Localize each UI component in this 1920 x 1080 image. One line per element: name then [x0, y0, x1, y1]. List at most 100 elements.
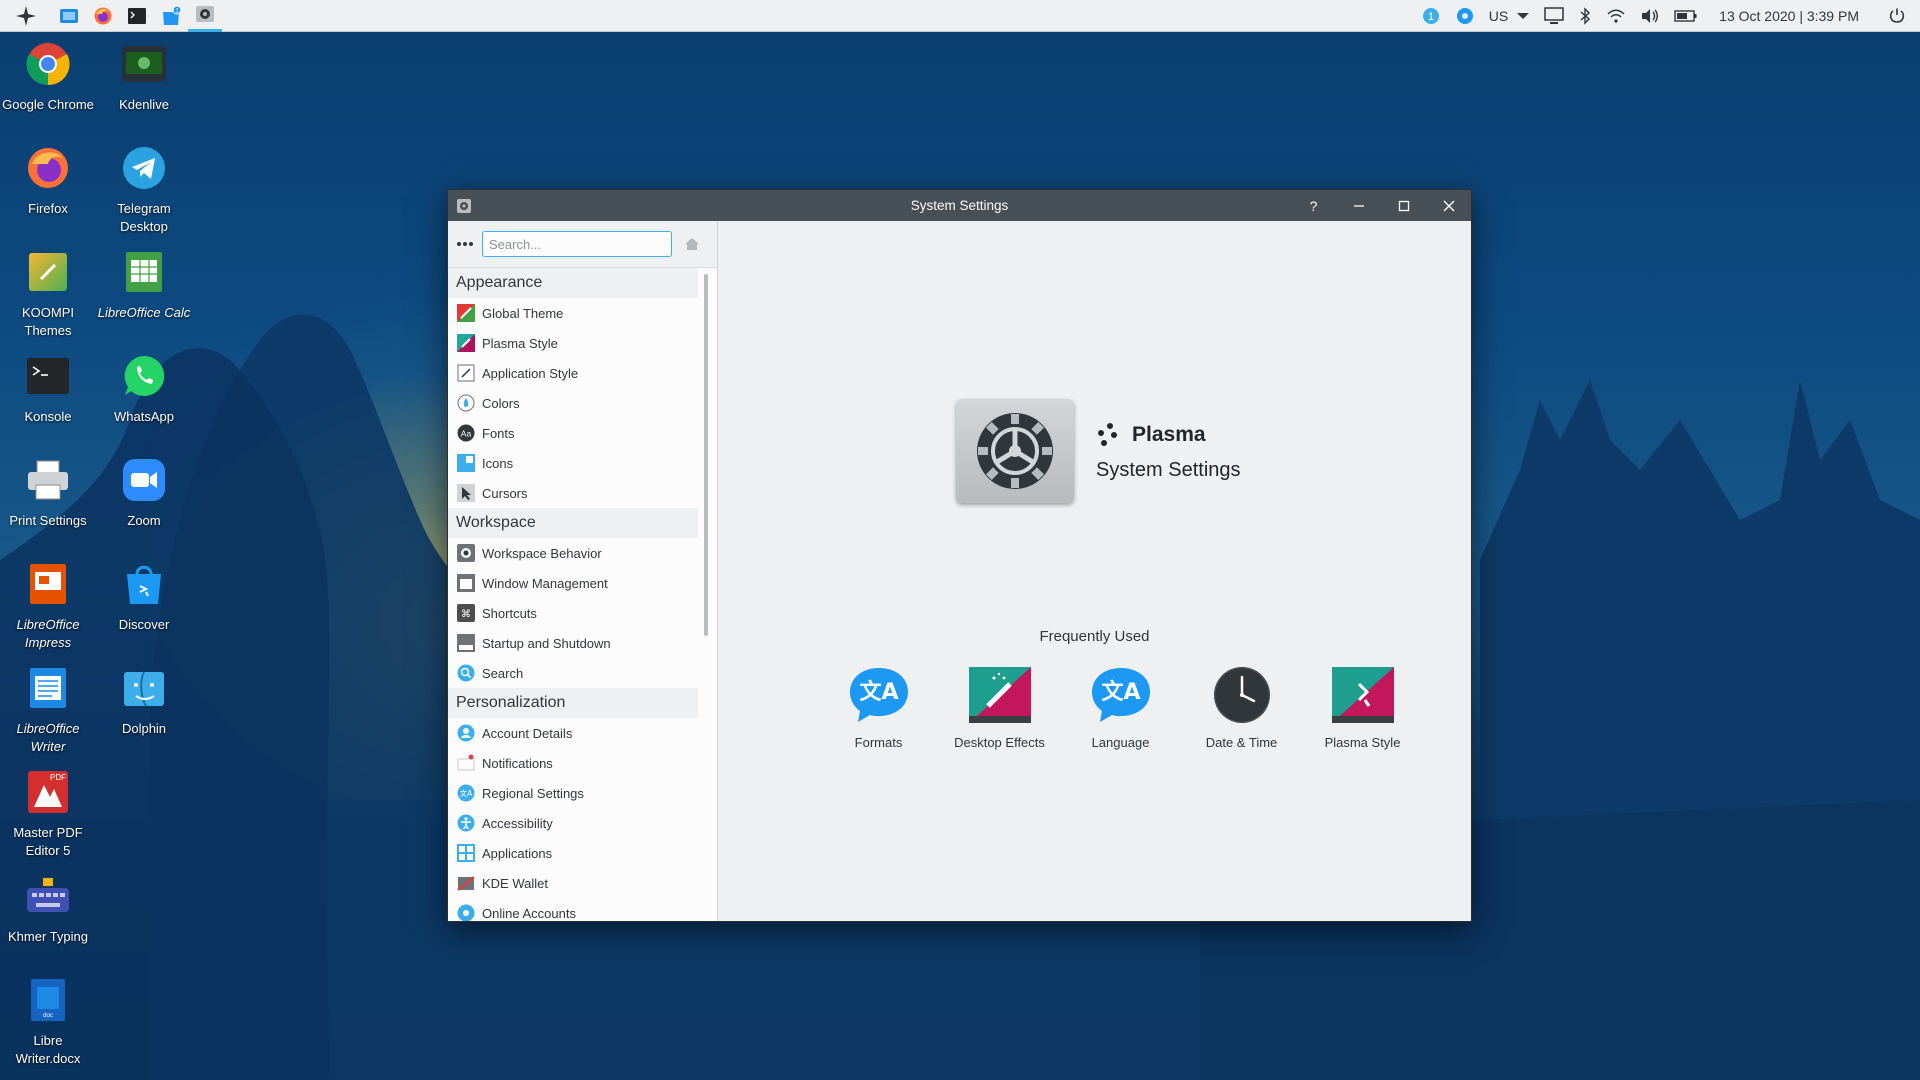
- application-style-icon: [457, 364, 475, 382]
- libreoffice-calc-icon: [126, 252, 162, 292]
- sidebar-item-fonts[interactable]: Aa Fonts: [448, 418, 698, 448]
- power-button[interactable]: [1881, 0, 1920, 32]
- sidebar-item-regional-settings[interactable]: 文A Regional Settings: [448, 778, 698, 808]
- battery-tray-item[interactable]: [1667, 0, 1705, 32]
- desktop-icon-libre-writer-docx[interactable]: doc Libre Writer.docx: [0, 976, 96, 1068]
- sidebar-item-label: Search: [482, 665, 524, 681]
- sidebar-item-label: Icons: [482, 455, 514, 471]
- close-icon: [1443, 200, 1454, 211]
- desktop-icon-google-chrome[interactable]: Google Chrome: [0, 40, 96, 114]
- digital-clock[interactable]: 13 Oct 2020 | 3:39 PM: [1705, 8, 1881, 24]
- application-launcher-button[interactable]: [0, 0, 52, 32]
- frequent-item-formats[interactable]: 文A Formats: [818, 663, 939, 750]
- display-tray-item[interactable]: [1537, 0, 1571, 32]
- printer-icon: [28, 460, 68, 500]
- chrome-icon: [26, 43, 70, 86]
- sidebar-item-label: Cursors: [482, 485, 528, 501]
- sidebar-scrollbar-handle[interactable]: [704, 274, 708, 636]
- maximize-button[interactable]: [1381, 190, 1426, 221]
- sidebar-item-global-theme[interactable]: Global Theme: [448, 298, 698, 328]
- taskbar-dolphin-button[interactable]: [52, 0, 86, 32]
- minimize-button[interactable]: [1336, 190, 1381, 221]
- discover-icon: [127, 565, 161, 604]
- desktop-icon-master-pdf-editor[interactable]: PDF Master PDF Editor 5: [0, 768, 96, 860]
- applications-icon: [457, 844, 475, 862]
- sidebar-item-icons[interactable]: Icons: [448, 448, 698, 478]
- notifications-count: 1: [1428, 11, 1434, 23]
- notifications-tray-item[interactable]: 1: [1414, 0, 1448, 32]
- plasma-style-icon: [457, 334, 475, 352]
- icons-icon: [457, 454, 475, 472]
- help-button[interactable]: ?: [1291, 190, 1336, 221]
- sidebar-item-workspace-behavior[interactable]: Workspace Behavior: [448, 538, 698, 568]
- frequent-item-language[interactable]: 文A Language: [1060, 663, 1181, 750]
- bluetooth-tray-item[interactable]: [1571, 0, 1599, 32]
- startup-shutdown-icon: [457, 634, 475, 652]
- desktop-icon-libreoffice-calc[interactable]: LibreOffice Calc: [96, 248, 192, 322]
- search-input[interactable]: [482, 231, 672, 257]
- desktop-icon-khmer-typing[interactable]: Khmer Typing: [0, 872, 96, 946]
- task-manager: 1: [0, 0, 222, 32]
- keyboard-layout-tray-item[interactable]: US: [1482, 0, 1537, 32]
- desktop-icon-discover[interactable]: Discover: [96, 560, 192, 634]
- desktop-icon-konsole[interactable]: Konsole: [0, 352, 96, 426]
- desktop-icon-dolphin[interactable]: Dolphin: [96, 664, 192, 738]
- hamburger-menu-button[interactable]: [448, 229, 482, 259]
- system-settings-icon: [457, 199, 471, 213]
- frequent-item-desktop-effects[interactable]: Desktop Effects: [939, 663, 1060, 750]
- desktop-icon-print-settings[interactable]: Print Settings: [0, 456, 96, 530]
- taskbar-discover-button[interactable]: 1: [154, 0, 188, 32]
- sidebar-item-applications[interactable]: Applications: [448, 838, 698, 868]
- page-subtitle: System Settings: [1096, 459, 1241, 481]
- bluetooth-icon: [1580, 7, 1591, 25]
- desktop-icon-label: LibreOffice Impress: [16, 617, 80, 650]
- frequent-item-plasma-style[interactable]: Plasma Style: [1302, 663, 1423, 750]
- close-button[interactable]: [1426, 190, 1471, 221]
- search-icon: [457, 664, 475, 682]
- frequent-item-date-time[interactable]: Date & Time: [1181, 663, 1302, 750]
- desktop-icon-koompi-themes[interactable]: KOOMPI Themes: [0, 248, 96, 340]
- sidebar-item-notifications[interactable]: Notifications: [448, 748, 698, 778]
- sidebar-item-colors[interactable]: Colors: [448, 388, 698, 418]
- desktop-icon-whatsapp[interactable]: WhatsApp: [96, 352, 192, 426]
- wallet-icon: [457, 876, 475, 891]
- sidebar-item-online-accounts[interactable]: Online Accounts: [448, 898, 698, 921]
- window-titlebar[interactable]: System Settings ?: [448, 190, 1471, 221]
- clock-icon: [1213, 667, 1270, 723]
- home-button[interactable]: [676, 229, 708, 259]
- sidebar-item-shortcuts[interactable]: ⌘ Shortcuts: [448, 598, 698, 628]
- sidebar-item-plasma-style[interactable]: Plasma Style: [448, 328, 698, 358]
- sidebar-item-application-style[interactable]: Application Style: [448, 358, 698, 388]
- brand-label: Plasma: [1132, 423, 1206, 446]
- libreoffice-impress-icon: [30, 564, 66, 604]
- desktop-icon-label: Khmer Typing: [8, 929, 88, 944]
- desktop-icon-kdenlive[interactable]: Kdenlive: [96, 40, 192, 114]
- taskbar-system-settings-button[interactable]: [188, 0, 222, 32]
- window-title: System Settings: [910, 198, 1009, 213]
- svg-text:PDF: PDF: [50, 773, 66, 782]
- plasma-logo-icon: [1098, 423, 1117, 446]
- updates-tray-item[interactable]: [1448, 0, 1482, 32]
- sidebar-item-account-details[interactable]: Account Details: [448, 718, 698, 748]
- pdf-editor-icon: PDF: [28, 771, 68, 813]
- desktop-icon-libreoffice-writer[interactable]: LibreOffice Writer: [0, 664, 96, 756]
- taskbar-konsole-button[interactable]: [120, 0, 154, 32]
- sidebar-item-label: Colors: [482, 395, 520, 411]
- system-settings-icon: [196, 6, 214, 22]
- sidebar-item-search[interactable]: Search: [448, 658, 698, 688]
- sidebar-item-kde-wallet[interactable]: KDE Wallet: [448, 868, 698, 898]
- sidebar-item-cursors[interactable]: Cursors: [448, 478, 698, 508]
- kdenlive-icon: [122, 46, 166, 82]
- sidebar-item-startup-shutdown[interactable]: Startup and Shutdown: [448, 628, 698, 658]
- sidebar-item-accessibility[interactable]: Accessibility: [448, 808, 698, 838]
- taskbar-firefox-button[interactable]: [86, 0, 120, 32]
- koompi-logo-icon: [16, 5, 36, 26]
- desktop-icon-libreoffice-impress[interactable]: LibreOffice Impress: [0, 560, 96, 652]
- formats-icon: 文A: [849, 668, 908, 722]
- volume-tray-item[interactable]: [1633, 0, 1667, 32]
- sidebar-item-window-management[interactable]: Window Management: [448, 568, 698, 598]
- network-tray-item[interactable]: [1599, 0, 1633, 32]
- desktop-icon-telegram[interactable]: Telegram Desktop: [96, 144, 192, 236]
- desktop-icon-firefox[interactable]: Firefox: [0, 144, 96, 218]
- desktop-icon-zoom[interactable]: Zoom: [96, 456, 192, 530]
